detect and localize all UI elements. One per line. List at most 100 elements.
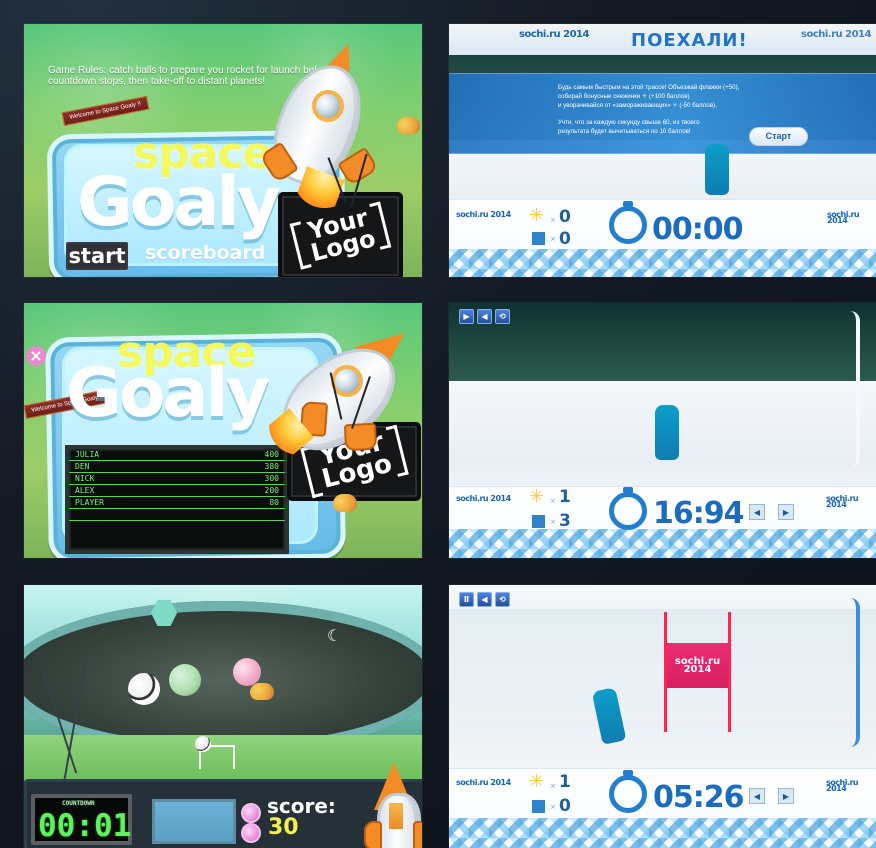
sochi-logo-header-left: sochi.ru 2014	[519, 29, 589, 40]
right-control[interactable]: ▶	[778, 788, 794, 804]
sound-button[interactable]: ◀	[477, 592, 492, 607]
flag-icon	[532, 800, 545, 813]
play-button[interactable]: ▶	[459, 309, 474, 324]
flag-count: 0	[559, 229, 571, 249]
start-button[interactable]: Старт	[749, 127, 808, 146]
flag-multiplier: ×	[550, 235, 556, 243]
restart-button[interactable]: ⟲	[495, 592, 510, 607]
timer: 00:00	[652, 212, 743, 247]
arena-roof	[24, 601, 422, 754]
moon-icon: ☾	[327, 626, 342, 645]
countdown-label: COUNTDOWN	[62, 800, 95, 807]
instructions-line-5: результата будет вычитываться по 10 балл…	[558, 128, 691, 135]
soccer-ball-small	[195, 736, 211, 752]
action-button-bottom[interactable]	[241, 823, 261, 843]
score-row: DEN 380	[69, 461, 285, 473]
freeze-icon: ✳	[672, 102, 678, 109]
instructions-line-2b: (+100 баллов)	[648, 93, 690, 100]
goaly-title: Goaly	[66, 354, 270, 433]
snowflake-icon: ✳	[529, 486, 545, 507]
course-progress	[836, 311, 860, 468]
stopwatch-top	[623, 201, 633, 207]
instructions-line-3a: и уворачивайся от «замораживающих»	[558, 102, 671, 109]
restart-button[interactable]: ⟲	[495, 309, 510, 324]
space-goaly-gameplay: ☾ COUNTDOWN 00:01 score: 30	[24, 585, 422, 848]
timer: 05:26	[653, 780, 744, 815]
instructions-line-3b: (-50 баллов).	[679, 102, 717, 109]
stopwatch-top	[623, 487, 633, 493]
snow-hill	[449, 609, 876, 719]
game-screens-collage: Game Rules: catch balls to prepare you r…	[0, 0, 876, 848]
close-button[interactable]: ×	[26, 346, 46, 366]
gloves-icon	[250, 683, 274, 700]
player-name: NICK	[75, 474, 95, 483]
sochi-logo-header-right: sochi.ru 2014	[801, 29, 871, 40]
hud-pattern	[449, 529, 876, 558]
player-score: 300	[264, 474, 279, 483]
gate-pole-right	[728, 612, 731, 732]
welcome-ribbon: Welcome to Space Goaly !!	[61, 95, 150, 127]
score-value: 30	[268, 815, 299, 840]
rocket-stripe	[389, 803, 403, 829]
snowflake-icon: ✳	[529, 771, 545, 792]
course-progress	[836, 598, 860, 747]
flag-multiplier: ×	[550, 518, 556, 526]
rocket-right-fin	[343, 422, 378, 452]
high-scores-panel: JULIA 400 DEN 380 NICK 300 ALEX 200 PLAY…	[65, 445, 289, 554]
space-goaly-scoreboard: × Welcome to Space Goaly !! space Goaly …	[24, 303, 422, 558]
left-control[interactable]: ◀	[749, 788, 765, 804]
flag-icon	[532, 232, 545, 245]
rocket-window	[312, 90, 344, 122]
player-score: 200	[264, 486, 279, 495]
countdown-box: COUNTDOWN 00:01	[31, 794, 132, 845]
soccer-ball	[128, 673, 160, 705]
snowflake-count: 1	[559, 487, 571, 507]
pause-button[interactable]: Ⅱ	[459, 592, 474, 607]
scoreboard-link[interactable]: scoreboard	[145, 242, 265, 264]
sochi-logo-hud-left: sochi.ru 2014	[456, 210, 511, 219]
snowflake-multiplier: ×	[550, 782, 556, 790]
score-row: JULIA 400	[69, 449, 285, 461]
snowflake-count: 0	[559, 207, 571, 227]
instructions-line-2a: собирай бонусные снежинки	[558, 93, 641, 100]
your-logo-mark: Your Logo	[290, 204, 391, 269]
sochi-ski-run-2: Ⅱ ◀ ⟲ sochi.ru 2014 sochi.ru 2014 sochi.…	[449, 585, 876, 848]
instructions-banner: Будь самым быстрым на этой трассе! Объез…	[449, 73, 876, 154]
flag-count: 0	[559, 796, 571, 816]
instructions-line-4: Учти, что за каждую секунду свыше 60, из…	[558, 119, 700, 126]
stopwatch-icon	[609, 775, 647, 813]
sochi-logo-hud-right: sochi.ru 2014	[826, 494, 859, 510]
green-ball	[169, 664, 201, 696]
start-button[interactable]: start	[66, 242, 128, 270]
instructions-line-1: Будь самым быстрым на этой трассе! Объез…	[558, 84, 740, 91]
player-score: 380	[264, 462, 279, 471]
player-name: DEN	[75, 462, 90, 471]
instructions-line-3: и уворачивайся от «замораживающих» ✳ (-5…	[558, 102, 717, 109]
skier	[705, 144, 729, 195]
stopwatch-icon	[609, 492, 647, 530]
gloves-icon	[333, 494, 357, 512]
game-rules-text: Game Rules: catch balls to prepare you r…	[48, 65, 332, 87]
space-goaly-main-menu: Game Rules: catch balls to prepare you r…	[24, 24, 422, 277]
action-button-top[interactable]	[241, 803, 261, 823]
sochi-ski-run-1: ▶ ◀ ⟲ sochi.ru 2014 sochi.ru 2014 ✳ × 1 …	[449, 303, 876, 558]
player-name: PLAYER	[75, 498, 104, 507]
score-row: ALEX 200	[69, 485, 285, 497]
countdown-value: 00:01	[38, 808, 132, 844]
skier	[655, 405, 679, 460]
right-control[interactable]: ▶	[778, 504, 794, 520]
snowflake-icon: ✳	[642, 93, 648, 100]
flag-count: 3	[559, 511, 571, 531]
pink-ball	[233, 658, 261, 686]
snowflake-multiplier: ×	[550, 497, 556, 505]
rocket-left-fin	[364, 821, 382, 848]
sochi-logo-hud-left: sochi.ru 2014	[456, 778, 511, 787]
sound-button[interactable]: ◀	[477, 309, 492, 324]
sochi-logo-hud-right: sochi.ru 2014	[826, 778, 859, 794]
goaly-title: Goaly	[77, 163, 281, 242]
left-control[interactable]: ◀	[749, 504, 765, 520]
player-name: ALEX	[75, 486, 95, 495]
gloves-icon	[397, 117, 420, 134]
snowflake-multiplier: ×	[550, 216, 556, 224]
player-score: 80	[269, 498, 279, 507]
